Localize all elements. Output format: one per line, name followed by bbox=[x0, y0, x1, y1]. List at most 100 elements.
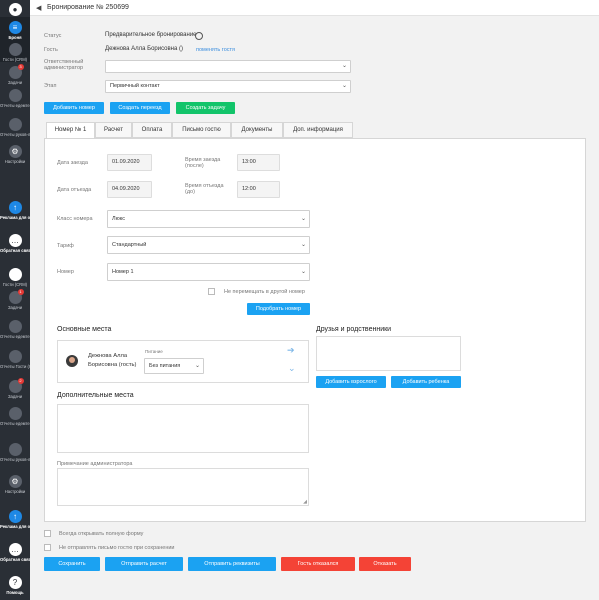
sidebar-item-tasks[interactable]: 3 Задачи bbox=[0, 64, 30, 85]
checkin-time-input[interactable]: 13:00 bbox=[237, 154, 280, 171]
guest-avatar bbox=[66, 355, 78, 367]
checkin-label: Дата заезда bbox=[57, 160, 88, 166]
resize-handle-icon[interactable]: ◢ bbox=[303, 499, 307, 505]
sidebar-item-label: Настройки bbox=[4, 489, 26, 494]
sidebar-item-reports-2[interactable]: Отчеты едемте.ру bbox=[0, 320, 30, 339]
chevron-down-icon: ⌄ bbox=[341, 63, 347, 69]
room-value: Номер 1 bbox=[112, 269, 134, 275]
sidebar-promo-ads-2[interactable]: ↑ Реклама для отелей bbox=[0, 510, 30, 529]
report-icon bbox=[8, 118, 22, 131]
report-icon bbox=[8, 89, 22, 102]
report-icon bbox=[8, 407, 22, 420]
sidebar-item-guests[interactable]: Гости (CRM) bbox=[0, 43, 30, 62]
sidebar-item-label: Отчеты едемте.ру bbox=[0, 421, 30, 426]
sidebar-item-tasks-2[interactable]: 1 Задачи bbox=[0, 289, 30, 310]
send-details-button[interactable]: Отправить реквизиты bbox=[188, 557, 276, 571]
arrow-up-icon: ↑ bbox=[8, 510, 22, 523]
room-class-value: Люкс bbox=[112, 216, 125, 222]
sidebar-item-label: Задачи bbox=[7, 394, 23, 399]
save-button[interactable]: Сохранить bbox=[44, 557, 100, 571]
sidebar-item-settings[interactable]: ⚙ Настройки bbox=[0, 145, 30, 164]
sidebar-item-label: Отчеты руков-ля bbox=[0, 132, 30, 137]
add-adult-button[interactable]: Добавить взрослого bbox=[316, 376, 386, 388]
sidebar-item-reports-manager[interactable]: Отчеты руков-ля bbox=[0, 118, 30, 137]
chevron-down-icon: ⌄ bbox=[341, 83, 347, 89]
always-full-form-checkbox[interactable] bbox=[44, 530, 51, 537]
tariff-select[interactable]: Стандартный ⌄ bbox=[107, 236, 310, 254]
back-arrow-icon[interactable]: ◀ bbox=[36, 4, 41, 12]
sidebar-item-reports-edemte[interactable]: Отчеты едемте.ру bbox=[0, 89, 30, 108]
friends-title: Друзья и родственники bbox=[316, 326, 392, 333]
gear-icon: ⚙ bbox=[8, 145, 22, 158]
tab-room-1[interactable]: Номер № 1 bbox=[46, 122, 95, 139]
pick-room-button[interactable]: Подобрать номер bbox=[247, 303, 310, 315]
no-move-label: Не перемещать в другой номер bbox=[224, 289, 305, 295]
sidebar-item-guests-2[interactable]: Гости (CRM) bbox=[0, 268, 30, 287]
add-child-button[interactable]: Добавить ребенка bbox=[391, 376, 461, 388]
guest-name: Дежнова Алла Борисовна () bbox=[105, 46, 183, 52]
checkin-date-input[interactable]: 01.09.2020 bbox=[107, 154, 152, 171]
no-move-checkbox[interactable] bbox=[208, 288, 215, 295]
no-email-checkbox[interactable] bbox=[44, 544, 51, 551]
sidebar-item-reports-guests[interactable]: Отчеты Гости (CRM) bbox=[0, 350, 30, 369]
chat-icon: … bbox=[8, 543, 22, 556]
sidebar-item-settings-2[interactable]: ⚙ Настройки bbox=[0, 475, 30, 494]
meal-value: Без питания bbox=[149, 363, 181, 369]
sidebar-item-reports-3[interactable]: Отчеты едемте.ру bbox=[0, 407, 30, 426]
tab-calculation[interactable]: Расчет bbox=[95, 122, 132, 138]
sidebar-item-label: Отчеты едемте.ру bbox=[0, 334, 30, 339]
checkout-time-input[interactable]: 12:00 bbox=[237, 181, 280, 198]
sidebar-item-tasks-3[interactable]: 2 Задачи bbox=[0, 378, 30, 399]
add-room-button[interactable]: Добавить номер bbox=[44, 102, 104, 114]
sidebar-help[interactable]: ? Помощь bbox=[0, 576, 30, 595]
friends-box bbox=[316, 336, 461, 371]
sidebar-user[interactable]: ● bbox=[0, 3, 30, 16]
sidebar-item-reports-manager-2[interactable]: Отчеты руков-ля bbox=[0, 443, 30, 462]
gear-icon: ⚙ bbox=[8, 475, 22, 488]
sidebar-feedback[interactable]: … Обратная связь bbox=[0, 234, 30, 253]
checkout-time-label: Время отъезда (до) bbox=[185, 183, 224, 195]
tab-documents[interactable]: Документы bbox=[231, 122, 283, 138]
arrow-up-icon: ↑ bbox=[8, 201, 22, 214]
stage-label: Этап bbox=[44, 83, 57, 89]
tab-payment[interactable]: Оплата bbox=[132, 122, 172, 138]
sidebar-feedback-2[interactable]: … Обратная связь bbox=[0, 543, 30, 562]
main-guest-name: Дежнова Алла Борисовна (гость) bbox=[88, 353, 137, 368]
admin-note-label: Примечание администратора bbox=[57, 461, 133, 467]
menu-lines-icon: ≡ bbox=[8, 21, 22, 34]
sidebar-item-bookings[interactable]: ≡ Броня bbox=[0, 21, 30, 40]
guest-refused-button[interactable]: Гость отказался bbox=[281, 557, 355, 571]
tab-guest-letter[interactable]: Письмо гостю bbox=[172, 122, 231, 138]
meal-select[interactable]: Без питания ⌄ bbox=[144, 358, 204, 374]
user-avatar-icon: ● bbox=[8, 3, 22, 16]
checkout-date-input[interactable]: 04.09.2020 bbox=[107, 181, 152, 198]
chevron-down-icon[interactable]: ⌄ bbox=[288, 363, 296, 374]
report-icon bbox=[8, 350, 22, 363]
room-select[interactable]: Номер 1 ⌄ bbox=[107, 263, 310, 281]
status-circle-icon[interactable] bbox=[195, 32, 203, 40]
tariff-value: Стандартный bbox=[112, 242, 147, 248]
stage-select[interactable]: Первичный контакт ⌄ bbox=[105, 80, 351, 93]
sidebar-promo-ads[interactable]: ↑ Реклама для отелей bbox=[0, 201, 30, 220]
report-icon bbox=[8, 320, 22, 333]
chevron-down-icon: ⌄ bbox=[300, 269, 306, 275]
refuse-button[interactable]: Отказать bbox=[359, 557, 411, 571]
admin-select[interactable]: ⌄ bbox=[105, 60, 351, 73]
guest-label: Гость bbox=[44, 47, 58, 53]
room-label: Номер bbox=[57, 269, 74, 275]
create-transfer-button[interactable]: Создать переезд bbox=[110, 102, 170, 114]
page-header: ◀ Бронирование № 250699 bbox=[30, 0, 599, 16]
send-calc-button[interactable]: Отправить расчет bbox=[105, 557, 183, 571]
chevron-down-icon: ⌄ bbox=[300, 242, 306, 248]
create-task-button[interactable]: Создать задачу bbox=[176, 102, 235, 114]
tariff-label: Тариф bbox=[57, 243, 74, 249]
room-class-select[interactable]: Люкс ⌄ bbox=[107, 210, 310, 228]
admin-note-textarea[interactable]: ◢ bbox=[57, 468, 309, 506]
tasks-badge: 2 bbox=[17, 378, 24, 384]
tab-extra-info[interactable]: Доп. информация bbox=[283, 122, 353, 138]
page-title: Бронирование № 250699 bbox=[47, 4, 129, 11]
status-value: Предварительное бронирование bbox=[105, 32, 197, 38]
checkout-label: Дата отъезда bbox=[57, 187, 92, 193]
change-guest-link[interactable]: поменять гостя bbox=[196, 47, 235, 53]
arrow-right-icon[interactable]: ➔ bbox=[287, 345, 295, 356]
